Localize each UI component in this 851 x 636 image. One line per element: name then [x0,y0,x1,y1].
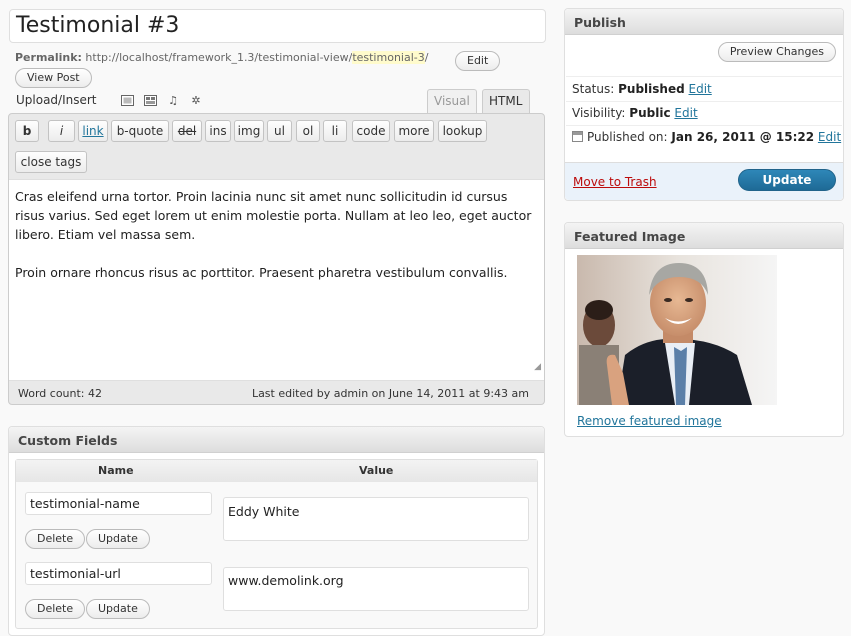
status-row: Status: Published Edit [572,82,712,96]
cf-update-button[interactable]: Update [86,529,150,549]
audio-icon[interactable]: ♫ [166,95,180,107]
editor-container: b i link b-quote del ins img ul ol li co… [8,113,545,405]
cf-value-textarea[interactable]: Eddy White [223,497,529,541]
edit-permalink-button[interactable]: Edit [455,51,501,71]
post-title-input[interactable]: Testimonial #3 [9,9,546,43]
published-value: Jan 26, 2011 @ 15:22 [671,130,815,144]
content-textarea[interactable]: Cras eleifend urna tortor. Proin lacinia… [9,179,544,381]
word-count: Word count: 42 [18,387,103,400]
custom-fields-box: Custom Fields Name Value testimonial-nam… [8,426,545,636]
edit-status-link[interactable]: Edit [689,82,712,96]
cf-name-input[interactable]: testimonial-url [25,562,212,585]
col-value-header: Value [359,464,394,477]
content-paragraph-1: Cras eleifend urna tortor. Proin lacinia… [15,189,532,242]
custom-fields-table: Name Value testimonial-name Eddy White D… [15,459,538,629]
featured-image-box: Featured Image Remove featured image [564,222,844,437]
visibility-value: Public [629,106,671,120]
featured-image-title[interactable]: Featured Image [565,223,843,249]
qt-link-button[interactable]: link [78,120,108,142]
status-label: Status: [572,82,615,96]
cf-value-textarea[interactable]: www.demolink.org [223,567,529,611]
preview-changes-button[interactable]: Preview Changes [717,42,836,62]
col-name-header: Name [98,464,134,477]
qt-img-button[interactable]: img [234,120,264,142]
media-icon[interactable]: ✲ [189,95,203,107]
status-value: Published [618,82,685,96]
cf-update-button[interactable]: Update [86,599,150,619]
permalink-label: Permalink: [15,51,82,64]
publish-title[interactable]: Publish [565,9,843,35]
qt-lookup-button[interactable]: lookup [438,120,487,142]
custom-fields-header: Name Value [16,460,537,482]
featured-image-thumbnail[interactable] [577,255,777,405]
published-on-row: Published on: Jan 26, 2011 @ 15:22 Edit [572,130,841,144]
visibility-label: Visibility: [572,106,626,120]
permalink-trail: / [424,51,429,64]
qt-bquote-button[interactable]: b-quote [111,120,169,142]
visibility-row: Visibility: Public Edit [572,106,698,120]
content-paragraph-2: Proin ornare rhoncus risus ac porttitor.… [15,265,508,280]
permalink-base: http://localhost/framework_1.3/testimoni… [85,51,353,64]
editor-status-bar: Word count: 42 Last edited by admin on J… [9,382,544,404]
cf-delete-button[interactable]: Delete [25,599,86,619]
calendar-icon [572,131,583,142]
edit-visibility-link[interactable]: Edit [674,106,697,120]
tab-visual[interactable]: Visual [427,89,477,114]
permalink-row: Permalink: http://localhost/framework_1.… [15,51,428,64]
qt-more-button[interactable]: more [394,120,434,142]
edit-date-link[interactable]: Edit [818,130,841,144]
media-buttons: ♫ ✲ [120,95,203,107]
view-post-button[interactable]: View Post [15,68,92,88]
custom-fields-title[interactable]: Custom Fields [9,427,544,453]
publish-box: Publish Preview Changes Status: Publishe… [564,8,844,201]
qt-ul-button[interactable]: ul [267,120,292,142]
qt-code-button[interactable]: code [352,120,390,142]
tab-html[interactable]: HTML [482,89,530,114]
permalink-slug[interactable]: testimonial-3 [352,51,425,64]
cf-name-input[interactable]: testimonial-name [25,492,212,515]
update-button[interactable]: Update [738,169,836,191]
resize-handle-icon[interactable]: ◢ [534,358,541,377]
image-icon[interactable] [120,95,134,107]
published-label: Published on: [587,130,668,144]
publish-actions: Move to Trash Update [565,162,843,200]
qt-close-tags-button[interactable]: close tags [15,151,87,173]
upload-insert-label: Upload/Insert [16,93,97,107]
qt-ins-button[interactable]: ins [205,120,231,142]
move-to-trash-link[interactable]: Move to Trash [573,175,657,189]
video-icon[interactable] [143,95,157,107]
last-edited: Last edited by admin on June 14, 2011 at… [251,387,529,400]
qt-italic-button[interactable]: i [48,120,75,142]
cf-delete-button[interactable]: Delete [25,529,86,549]
qt-bold-button[interactable]: b [15,120,39,142]
remove-featured-image-link[interactable]: Remove featured image [577,414,722,428]
qt-del-button[interactable]: del [172,120,202,142]
qt-ol-button[interactable]: ol [296,120,320,142]
qt-li-button[interactable]: li [323,120,347,142]
